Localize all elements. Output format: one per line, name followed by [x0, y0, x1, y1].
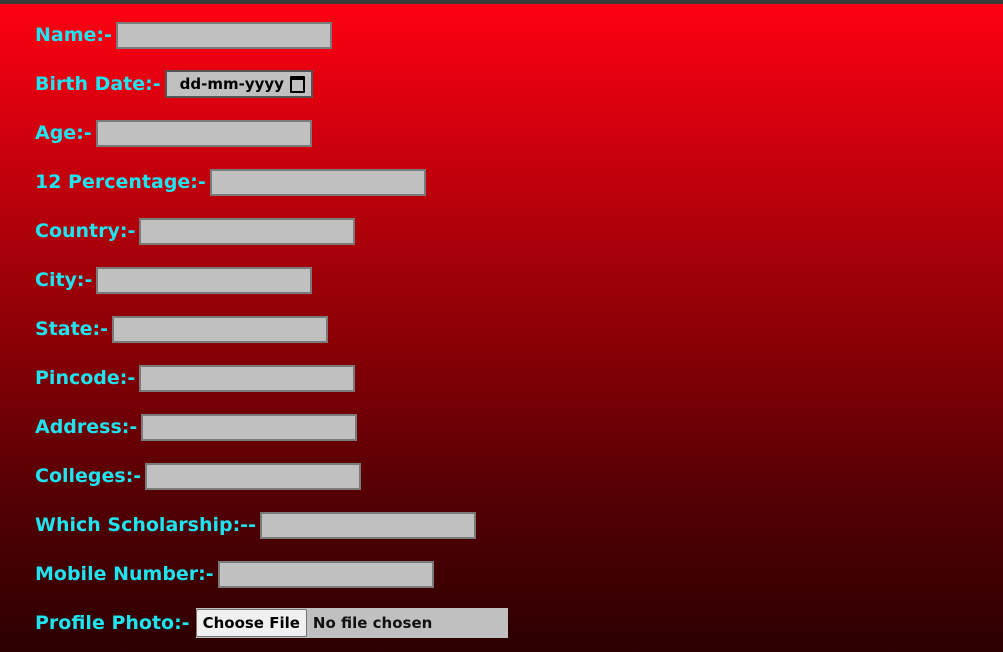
choose-file-button[interactable]: Choose File: [195, 609, 307, 637]
pincode-input[interactable]: [139, 364, 356, 392]
colleges-row: Colleges:-: [35, 461, 508, 491]
address-row: Address:-: [35, 412, 508, 442]
percentage-label: 12 Percentage:-: [35, 171, 206, 193]
address-label: Address:-: [35, 416, 138, 438]
mobile-input[interactable]: [217, 560, 434, 588]
colleges-label: Colleges:-: [35, 465, 142, 487]
calendar-icon[interactable]: [289, 75, 305, 93]
pincode-row: Pincode:-: [35, 363, 508, 393]
birth-date-row: Birth Date:- dd-mm-yyyy: [35, 69, 508, 99]
state-input[interactable]: [112, 315, 329, 343]
birth-date-label: Birth Date:-: [35, 73, 161, 95]
birth-date-placeholder: dd-mm-yyyy: [179, 75, 284, 93]
age-label: Age:-: [35, 122, 92, 144]
percentage-row: 12 Percentage:-: [35, 167, 508, 197]
age-row: Age:-: [35, 118, 508, 148]
state-label: State:-: [35, 318, 109, 340]
colleges-input[interactable]: [145, 462, 362, 490]
birth-date-input[interactable]: dd-mm-yyyy: [164, 70, 313, 98]
name-row: Name:-: [35, 20, 508, 50]
scholarship-label: Which Scholarship:--: [35, 514, 256, 536]
top-bar: [0, 0, 1003, 4]
age-input[interactable]: [95, 119, 312, 147]
percentage-input[interactable]: [209, 168, 426, 196]
country-label: Country:-: [35, 220, 136, 242]
photo-row: Profile Photo:- Choose File No file chos…: [35, 608, 508, 638]
address-input[interactable]: [141, 413, 358, 441]
mobile-row: Mobile Number:-: [35, 559, 508, 589]
scholarship-input[interactable]: [259, 511, 476, 539]
pincode-label: Pincode:-: [35, 367, 136, 389]
state-row: State:-: [35, 314, 508, 344]
name-input[interactable]: [115, 21, 332, 49]
registration-form: Name:- Birth Date:- dd-mm-yyyy Age:- 12 …: [35, 20, 508, 638]
file-status-text: No file chosen: [312, 614, 433, 632]
photo-label: Profile Photo:-: [35, 612, 190, 634]
city-row: City:-: [35, 265, 508, 295]
name-label: Name:-: [35, 24, 112, 46]
city-input[interactable]: [96, 266, 313, 294]
scholarship-row: Which Scholarship:--: [35, 510, 508, 540]
profile-photo-input[interactable]: Choose File No file chosen: [195, 608, 508, 638]
mobile-label: Mobile Number:-: [35, 563, 214, 585]
city-label: City:-: [35, 269, 93, 291]
country-input[interactable]: [139, 217, 356, 245]
country-row: Country:-: [35, 216, 508, 246]
